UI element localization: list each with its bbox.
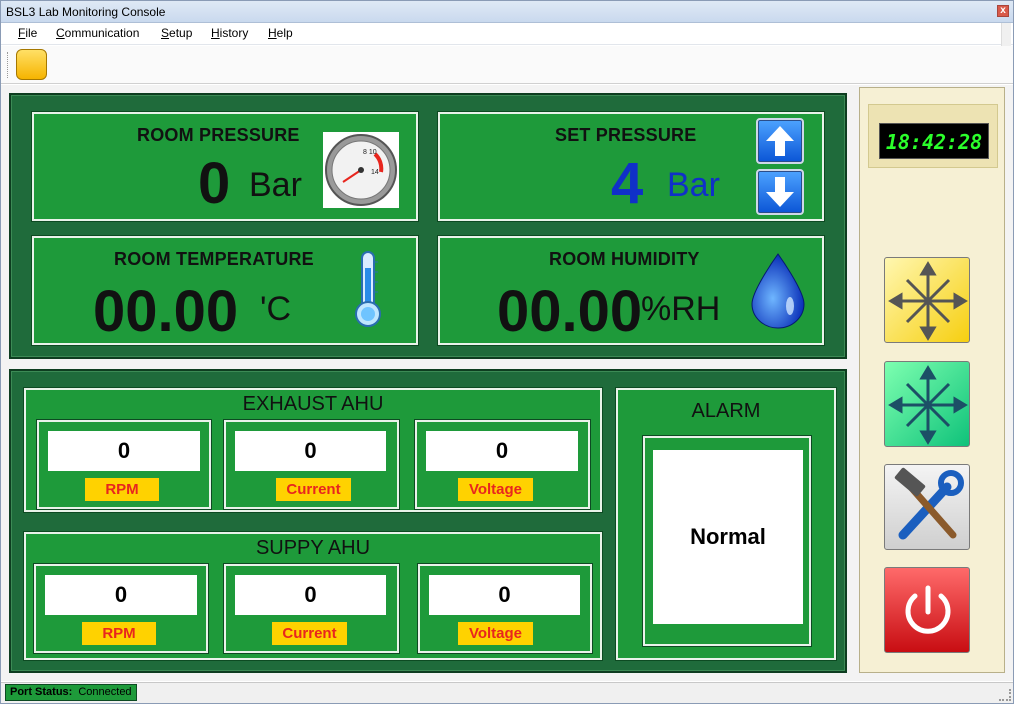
exhaust-voltage-meter: 0 Voltage (415, 420, 590, 509)
menu-setup[interactable]: Setup (161, 26, 192, 40)
room-pressure-value: 0 (198, 151, 231, 216)
room-pressure-title: ROOM PRESSURE (137, 125, 300, 145)
toolbar-connect-button[interactable] (16, 49, 47, 80)
pressure-gauge-icon: 8 10 14 (323, 132, 399, 208)
supply-voltage-meter: 0 Voltage (418, 564, 592, 653)
room-pressure-unit: Bar (249, 166, 302, 204)
supply-voltage-label: Voltage (458, 622, 533, 645)
svg-text:14: 14 (371, 169, 379, 176)
supply-current-value: 0 (235, 575, 386, 615)
arrow-down-icon[interactable] (756, 169, 804, 215)
port-status: Port Status: Connected (5, 684, 137, 701)
move-arrows-yellow-icon[interactable] (884, 257, 970, 343)
room-pressure-card: ROOM PRESSURE 0 Bar 8 10 14 (32, 112, 418, 221)
arrow-up-icon[interactable] (756, 118, 804, 164)
supply-rpm-value: 0 (45, 575, 197, 615)
water-drop-icon (748, 250, 808, 330)
supply-rpm-meter: 0 RPM (34, 564, 208, 653)
exhaust-ahu-title: EXHAUST AHU (242, 393, 384, 415)
port-status-value: Connected (78, 686, 132, 698)
supply-voltage-value: 0 (429, 575, 580, 615)
exhaust-current-label: Current (276, 478, 351, 501)
exhaust-voltage-label: Voltage (458, 478, 533, 501)
alarm-title: ALARM (691, 400, 761, 422)
port-status-label: Port Status: (10, 686, 73, 698)
resize-grip[interactable] (999, 689, 1011, 701)
supply-current-meter: 0 Current (224, 564, 399, 653)
exhaust-rpm-meter: 0 RPM (37, 420, 211, 509)
app-window: BSL3 Lab Monitoring Console x File Commu… (0, 0, 1014, 704)
exhaust-voltage-value: 0 (426, 431, 578, 471)
clock-frame: 18:42:28 (868, 104, 998, 168)
toolbar (1, 46, 1013, 84)
room-humidity-card: ROOM HUMIDITY 00.00 %RH (438, 236, 824, 345)
exhaust-rpm-value: 0 (48, 431, 200, 471)
tools-icon[interactable] (884, 464, 970, 550)
toolbar-grip[interactable] (7, 52, 10, 78)
set-pressure-card: SET PRESSURE 4 Bar (438, 112, 824, 221)
thermometer-icon (352, 250, 384, 330)
supply-rpm-label: RPM (82, 622, 156, 645)
alarm-frame: Normal (643, 436, 811, 646)
menu-history[interactable]: History (211, 26, 248, 40)
close-button[interactable]: x (997, 5, 1009, 17)
svg-text:8 10: 8 10 (363, 149, 377, 156)
supply-ahu-title: SUPPY AHU (255, 537, 371, 559)
menu-bar: File Communication Setup History Help (1, 23, 1013, 45)
set-pressure-unit: Bar (667, 166, 720, 204)
ahu-panel: EXHAUST AHU 0 RPM 0 Current 0 Voltage SU… (9, 369, 847, 673)
room-humidity-title: ROOM HUMIDITY (549, 249, 700, 269)
supply-ahu-group: SUPPY AHU 0 RPM 0 Current 0 Voltage (24, 532, 602, 660)
room-temperature-unit: 'C (260, 290, 292, 328)
exhaust-ahu-group: EXHAUST AHU 0 RPM 0 Current 0 Voltage (24, 388, 602, 512)
set-pressure-value: 4 (611, 151, 644, 216)
menu-file[interactable]: File (18, 26, 37, 40)
supply-current-label: Current (272, 622, 347, 645)
menu-help[interactable]: Help (268, 26, 293, 40)
move-arrows-green-icon[interactable] (884, 361, 970, 447)
side-panel: 18:42:28 (859, 87, 1005, 673)
exhaust-current-meter: 0 Current (224, 420, 399, 509)
room-temperature-title: ROOM TEMPERATURE (114, 249, 314, 269)
window-title: BSL3 Lab Monitoring Console (6, 5, 166, 19)
power-icon[interactable] (884, 567, 970, 653)
alarm-group: ALARM Normal (616, 388, 836, 660)
menu-communication[interactable]: Communication (56, 26, 139, 40)
room-temperature-value: 00.00 (93, 279, 239, 344)
environment-panel: ROOM PRESSURE 0 Bar 8 10 14 SET PRESSURE… (9, 93, 847, 359)
exhaust-rpm-label: RPM (85, 478, 159, 501)
room-humidity-unit: %RH (641, 290, 721, 328)
room-humidity-value: 00.00 (497, 279, 643, 344)
set-pressure-title: SET PRESSURE (555, 125, 697, 145)
exhaust-current-value: 0 (235, 431, 386, 471)
alarm-status: Normal (653, 450, 803, 624)
title-bar: BSL3 Lab Monitoring Console x (1, 1, 1013, 23)
status-bar: Port Status: Connected (1, 682, 1013, 703)
room-temperature-card: ROOM TEMPERATURE 00.00 'C (32, 236, 418, 345)
clock-display: 18:42:28 (879, 123, 989, 159)
